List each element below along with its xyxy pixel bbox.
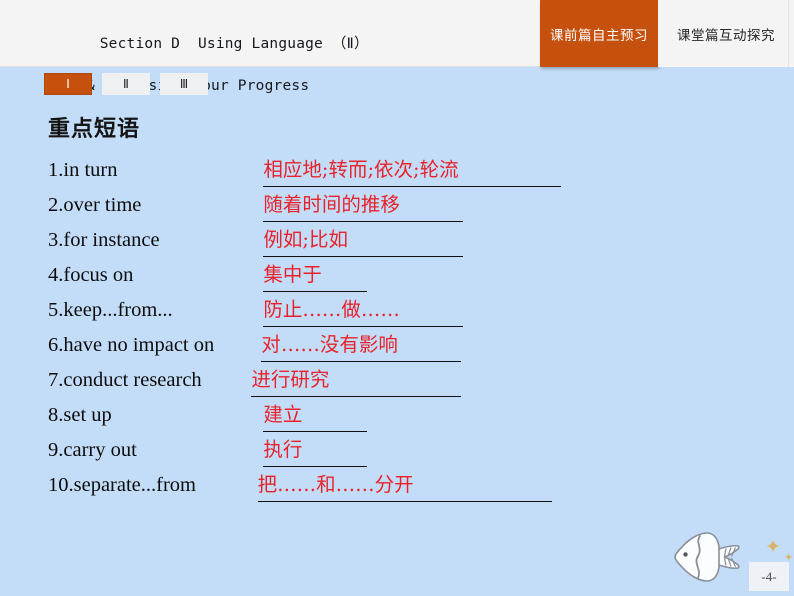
phrase-english: set up: [63, 404, 112, 426]
phrase-answer-blank: 例如;比如: [263, 227, 464, 257]
phrase-english: keep...from...: [63, 299, 173, 321]
roman-tab-3[interactable]: Ⅲ: [160, 73, 208, 95]
phrase-answer-blank: 进行研究: [251, 367, 462, 397]
phrase-answer: 建立: [263, 403, 303, 426]
phrase-number: 7.: [48, 369, 64, 391]
roman-tab-1[interactable]: Ⅰ: [44, 73, 92, 95]
phrase-answer: 进行研究: [251, 368, 330, 391]
header-right-edge: [788, 0, 794, 67]
phrase-row: 9. carry out 执行: [48, 437, 588, 472]
phrase-row: 4. focus on 集中于: [48, 262, 588, 297]
header-tab-bar: 课前篇自主预习 课堂篇互动探究: [540, 0, 794, 67]
roman-tab-2-label: Ⅱ: [123, 77, 129, 91]
phrase-number: 10.: [48, 474, 74, 496]
phrase-number: 2.: [48, 194, 64, 216]
phrase-english: have no impact on: [63, 334, 215, 356]
phrase-english: over time: [63, 194, 142, 216]
phrase-number: 6.: [48, 334, 64, 356]
phrase-answer: 相应地;转而;依次;轮流: [263, 158, 459, 181]
phrase-answer-blank: 执行: [263, 437, 368, 467]
phrase-row: 2. over time 随着时间的推移: [48, 192, 588, 227]
roman-tab-bar: Ⅰ Ⅱ Ⅲ: [44, 73, 208, 95]
phrase-answer: 执行: [263, 438, 303, 461]
phrase-row: 10. separate...from 把……和……分开: [48, 472, 588, 507]
phrase-number: 1.: [48, 159, 64, 181]
roman-tab-1-label: Ⅰ: [66, 77, 70, 91]
phrase-english: in turn: [63, 159, 118, 181]
star-icon: ✦: [765, 537, 781, 558]
tab-in-class-exploration[interactable]: 课堂篇互动探究: [658, 0, 794, 67]
phrase-answer-blank: 建立: [263, 402, 368, 432]
roman-tab-2[interactable]: Ⅱ: [102, 73, 150, 95]
phrase-number: 5.: [48, 299, 64, 321]
phrase-row: 5. keep...from... 防止……做……: [48, 297, 588, 332]
tab-pre-class-preview-label: 课前篇自主预习: [550, 27, 648, 44]
phrase-answer-blank: 随着时间的推移: [263, 192, 464, 222]
phrase-english: carry out: [63, 439, 137, 461]
phrase-answer: 防止……做……: [263, 298, 400, 321]
phrase-row: 7. conduct research 进行研究: [48, 367, 588, 402]
phrase-number: 9.: [48, 439, 64, 461]
roman-tab-3-label: Ⅲ: [179, 77, 189, 91]
page-header: Section D Using Language （Ⅱ） & Assessing…: [0, 0, 794, 94]
phrase-number: 8.: [48, 404, 64, 426]
phrase-row: 1. in turn 相应地;转而;依次;轮流: [48, 157, 588, 192]
phrase-answer: 对……没有影响: [261, 333, 398, 356]
section-heading: 重点短语: [48, 117, 141, 142]
phrase-answer-blank: 防止……做……: [263, 297, 464, 327]
phrase-row: 3. for instance 例如;比如: [48, 227, 588, 262]
phrase-english: conduct research: [63, 369, 202, 391]
phrase-row: 8. set up 建立: [48, 402, 588, 437]
phrase-answer: 例如;比如: [263, 228, 348, 251]
phrase-english: focus on: [63, 264, 134, 286]
fish-icon: [669, 525, 743, 589]
page-title-line-1: Section D Using Language （Ⅱ）: [99, 36, 369, 52]
phrase-answer-blank: 对……没有影响: [261, 332, 462, 362]
phrase-answer-blank: 把……和……分开: [257, 472, 552, 502]
phrase-answer: 随着时间的推移: [263, 193, 400, 216]
phrase-answer: 把……和……分开: [257, 473, 414, 496]
phrase-english: separate...from: [73, 474, 196, 496]
phrase-number: 4.: [48, 264, 64, 286]
phrase-answer: 集中于: [263, 263, 322, 286]
phrase-answer-blank: 集中于: [263, 262, 368, 292]
page-number: -4-: [749, 562, 789, 591]
phrase-number: 3.: [48, 229, 64, 251]
phrase-answer-blank: 相应地;转而;依次;轮流: [263, 157, 562, 187]
tab-in-class-exploration-label: 课堂篇互动探究: [677, 27, 775, 44]
phrase-row: 6. have no impact on 对……没有影响: [48, 332, 588, 367]
phrase-list: 1. in turn 相应地;转而;依次;轮流 2. over time 随着时间的推移 3…: [48, 157, 588, 507]
phrase-english: for instance: [63, 229, 160, 251]
tab-pre-class-preview[interactable]: 课前篇自主预习: [540, 0, 658, 67]
